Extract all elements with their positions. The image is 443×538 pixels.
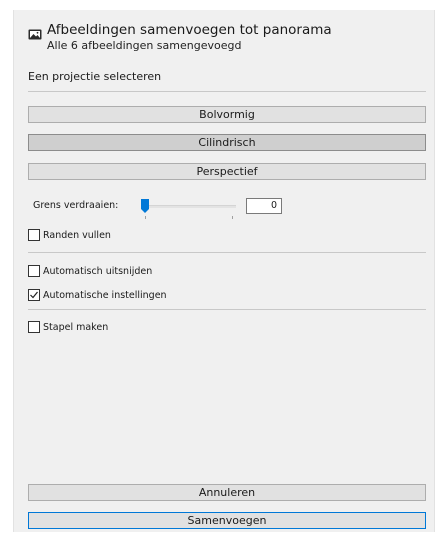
auto-settings-checkbox[interactable]: Automatische instellingen — [28, 289, 167, 301]
projection-perspective-button[interactable]: Perspectief — [28, 163, 426, 180]
dialog-title: Afbeeldingen samenvoegen tot panorama — [47, 22, 332, 38]
dialog-subtitle: Alle 6 afbeeldingen samengevoegd — [47, 39, 242, 52]
fill-edges-checkbox[interactable]: Randen vullen — [28, 229, 111, 241]
projection-section-label: Een projectie selecteren — [28, 70, 162, 83]
merge-button[interactable]: Samenvoegen — [28, 512, 426, 529]
checkbox-box[interactable] — [28, 265, 40, 277]
checkbox-box[interactable] — [28, 229, 40, 241]
checkbox-box[interactable] — [28, 289, 40, 301]
merge-panorama-dialog: Afbeeldingen samenvoegen tot panorama Al… — [13, 10, 435, 532]
slider-track — [141, 205, 236, 208]
panorama-icon — [28, 25, 42, 40]
fill-edges-label: Randen vullen — [43, 229, 111, 241]
auto-settings-label: Automatische instellingen — [43, 289, 167, 301]
projection-cylindrical-button[interactable]: Cilindrisch — [28, 134, 426, 151]
dialog-header: Afbeeldingen samenvoegen tot panorama Al… — [28, 22, 332, 52]
checkmark-icon — [30, 291, 38, 299]
cancel-button[interactable]: Annuleren — [28, 484, 426, 501]
separator — [28, 252, 426, 253]
auto-crop-checkbox[interactable]: Automatisch uitsnijden — [28, 265, 152, 277]
warp-boundary-label: Grens verdraaien: — [33, 200, 119, 211]
create-stack-label: Stapel maken — [43, 321, 109, 333]
slider-tick — [232, 216, 233, 219]
slider-thumb[interactable] — [141, 198, 149, 213]
checkbox-box[interactable] — [28, 321, 40, 333]
separator — [28, 309, 426, 310]
auto-crop-label: Automatisch uitsnijden — [43, 265, 153, 277]
create-stack-checkbox[interactable]: Stapel maken — [28, 321, 108, 333]
separator — [28, 91, 426, 92]
slider-tick — [145, 216, 146, 219]
projection-spherical-button[interactable]: Bolvormig — [28, 106, 426, 123]
warp-boundary-slider[interactable] — [141, 197, 236, 219]
warp-boundary-input[interactable]: 0 — [246, 198, 282, 214]
